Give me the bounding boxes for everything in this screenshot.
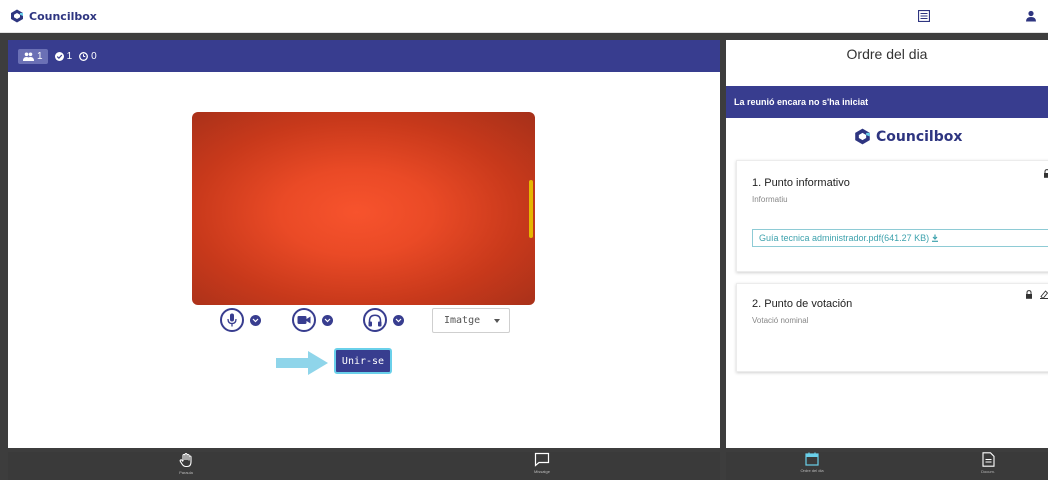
user-icon[interactable] bbox=[1025, 9, 1039, 23]
councilbox-logo-icon bbox=[855, 128, 870, 145]
camera-control bbox=[292, 308, 333, 332]
camera-preview bbox=[192, 112, 535, 305]
app-name: Councilbox bbox=[29, 9, 97, 23]
meeting-status-banner: La reunió encara no s'ha iniciat bbox=[726, 86, 1048, 118]
online-check-icon bbox=[54, 51, 64, 61]
agenda-item-subtitle: Informatiu bbox=[752, 195, 788, 204]
documents-tab-button[interactable]: Docum. bbox=[953, 452, 1023, 474]
chat-icon bbox=[534, 452, 550, 467]
attachment-link[interactable]: Guía tecnica administrador.pdf(641.27 KB… bbox=[752, 229, 1048, 247]
agenda-item-card[interactable]: 1. Punto informativo Informatiu Guía tec… bbox=[736, 160, 1048, 272]
councilbox-logo-icon bbox=[11, 9, 23, 23]
messages-button[interactable]: Missatge bbox=[507, 452, 577, 474]
users-icon bbox=[23, 52, 34, 61]
list-icon[interactable] bbox=[917, 9, 932, 23]
request-word-button[interactable]: Paraula bbox=[151, 452, 221, 475]
lock-icon bbox=[1044, 169, 1048, 178]
agenda-item-title: 1. Punto informativo bbox=[752, 177, 850, 189]
audio-options-chevron-icon[interactable] bbox=[393, 314, 404, 326]
join-button[interactable]: Unir-se bbox=[334, 348, 392, 374]
councilbox-brand: Councilbox bbox=[854, 128, 962, 145]
bottom-toolbar-right: Ordre del dia Docum. bbox=[726, 452, 1048, 480]
lock-icon bbox=[1026, 290, 1032, 299]
download-icon bbox=[932, 234, 939, 242]
calendar-icon bbox=[805, 452, 819, 466]
view-mode-select[interactable]: Imatge bbox=[432, 308, 510, 333]
mic-options-chevron-icon[interactable] bbox=[250, 314, 261, 326]
agenda-title: Ordre del dia bbox=[846, 46, 928, 62]
participant-stats-bar: 1 1 0 bbox=[8, 40, 720, 72]
top-bar: Councilbox bbox=[0, 0, 1048, 33]
pointer-arrow-icon bbox=[276, 351, 328, 375]
audio-output-control bbox=[363, 308, 404, 332]
hand-icon bbox=[179, 452, 192, 468]
bottom-toolbar-left: Paraula Missatge bbox=[8, 452, 720, 480]
microphone-icon[interactable] bbox=[220, 308, 244, 332]
participants-count[interactable]: 1 bbox=[18, 48, 48, 64]
video-panel: 1 1 0 Imatge Unir-se bbox=[8, 40, 720, 448]
headphones-icon[interactable] bbox=[363, 308, 387, 332]
connected-count[interactable]: 0 bbox=[79, 51, 97, 62]
clock-icon bbox=[79, 51, 89, 61]
mic-control bbox=[220, 308, 261, 332]
camera-icon[interactable] bbox=[292, 308, 316, 332]
agenda-item-title: 2. Punto de votación bbox=[752, 298, 853, 310]
vote-icon bbox=[1040, 290, 1048, 299]
dropdown-caret-icon bbox=[494, 318, 501, 323]
agenda-item-card[interactable]: 2. Punto de votación Votació nominal bbox=[736, 283, 1048, 372]
app-logo[interactable]: Councilbox bbox=[10, 9, 97, 23]
agenda-tab-button[interactable]: Ordre del dia bbox=[777, 452, 847, 473]
document-icon bbox=[981, 452, 995, 467]
camera-options-chevron-icon[interactable] bbox=[322, 314, 333, 326]
agenda-panel: Ordre del dia La reunió encara no s'ha i… bbox=[726, 40, 1048, 448]
agenda-item-subtitle: Votació nominal bbox=[752, 316, 809, 325]
volume-level-indicator bbox=[529, 180, 533, 238]
online-count[interactable]: 1 bbox=[54, 51, 72, 62]
